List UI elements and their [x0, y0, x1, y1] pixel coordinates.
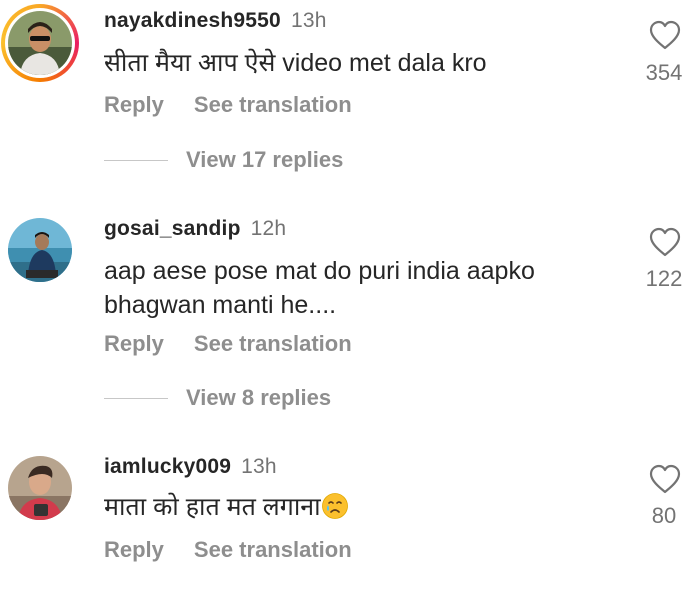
- username[interactable]: gosai_sandip 12h: [104, 217, 286, 241]
- heart-icon[interactable]: [648, 20, 682, 50]
- view-replies-button[interactable]: View 17 replies: [104, 147, 343, 173]
- reply-button[interactable]: Reply: [104, 331, 164, 356]
- comment-text-content: माता को हात मत लगाना: [104, 493, 321, 521]
- view-replies-label[interactable]: View 17 replies: [186, 147, 343, 173]
- comment-actions: Reply See translation: [104, 537, 352, 563]
- view-replies-label[interactable]: View 8 replies: [186, 385, 331, 411]
- username-text[interactable]: iamlucky009: [104, 455, 231, 478]
- comment-text: माता को हात मत लगाना: [104, 490, 574, 524]
- comment-text: aap aese pose mat do puri india aapko bh…: [104, 257, 535, 319]
- replies-divider: [104, 159, 168, 161]
- replies-divider: [104, 397, 168, 399]
- avatar[interactable]: [8, 218, 72, 282]
- reply-button[interactable]: Reply: [104, 537, 164, 562]
- like-count: 80: [651, 503, 677, 528]
- comment-2: gosai_sandip 12h aap aese pose mat do pur…: [0, 210, 700, 420]
- avatar[interactable]: [8, 456, 72, 520]
- timestamp: 13h: [241, 455, 277, 478]
- comment-actions: Reply See translation: [104, 331, 352, 357]
- like-count: 354: [645, 60, 683, 85]
- crying-face-emoji: [321, 493, 348, 519]
- like-count: 122: [645, 266, 683, 291]
- timestamp: 13h: [290, 9, 327, 32]
- see-translation-button[interactable]: See translation: [194, 331, 352, 356]
- avatar[interactable]: [8, 11, 72, 75]
- comment-text: सीता मैया आप ऐसे video met dala kro: [104, 49, 487, 77]
- timestamp: 12h: [250, 217, 287, 240]
- username-text[interactable]: gosai_sandip: [104, 217, 241, 240]
- username[interactable]: nayakdinesh9550 13h: [104, 9, 327, 33]
- view-replies-button[interactable]: View 8 replies: [104, 385, 331, 411]
- heart-icon[interactable]: [648, 227, 682, 257]
- comment-1: nayakdinesh9550 13h सीता मैया आप ऐसे vide…: [0, 0, 700, 190]
- see-translation-button[interactable]: See translation: [194, 92, 352, 117]
- username-text[interactable]: nayakdinesh9550: [104, 9, 281, 32]
- comment-actions: Reply See translation: [104, 92, 352, 118]
- heart-icon[interactable]: [648, 464, 682, 494]
- see-translation-button[interactable]: See translation: [194, 537, 352, 562]
- username[interactable]: iamlucky009 13h: [104, 455, 277, 479]
- comment-3: iamlucky009 13h माता को हात मत लगाना Repl…: [0, 448, 700, 588]
- reply-button[interactable]: Reply: [104, 92, 164, 117]
